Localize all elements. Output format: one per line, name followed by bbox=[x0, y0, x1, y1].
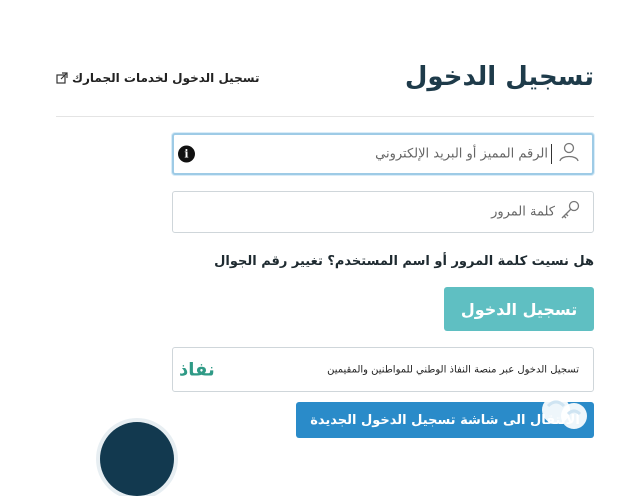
key-icon bbox=[559, 199, 581, 225]
nafath-login-option[interactable]: تسجيل الدخول عبر منصة النفاذ الوطني للمو… bbox=[172, 347, 594, 392]
page-title: تسجيل الدخول bbox=[404, 62, 594, 92]
username-placeholder: الرقم المميز أو البريد الإلكتروني bbox=[375, 146, 548, 162]
forgot-password-link[interactable]: هل نسيت كلمة المرور أو اسم المستخدم؟ تغي… bbox=[214, 254, 594, 269]
login-button[interactable]: تسجيل الدخول bbox=[444, 287, 594, 331]
user-icon bbox=[558, 141, 580, 167]
decorative-circle bbox=[100, 422, 174, 496]
chat-icon[interactable] bbox=[534, 392, 594, 440]
customs-login-link[interactable]: تسجيل الدخول لخدمات الجمارك bbox=[56, 71, 259, 85]
text-caret bbox=[551, 144, 552, 164]
username-field[interactable]: الرقم المميز أو البريد الإلكتروني i bbox=[172, 133, 594, 175]
nafath-logo: نفاذ bbox=[179, 359, 215, 380]
header-divider bbox=[56, 116, 594, 117]
password-field[interactable]: كلمة المرور bbox=[172, 191, 594, 233]
info-icon[interactable]: i bbox=[178, 145, 195, 163]
password-placeholder: كلمة المرور bbox=[491, 204, 555, 220]
customs-link-label: تسجيل الدخول لخدمات الجمارك bbox=[72, 71, 260, 85]
nafath-label: تسجيل الدخول عبر منصة النفاذ الوطني للمو… bbox=[327, 364, 579, 375]
external-link-icon bbox=[56, 72, 68, 84]
